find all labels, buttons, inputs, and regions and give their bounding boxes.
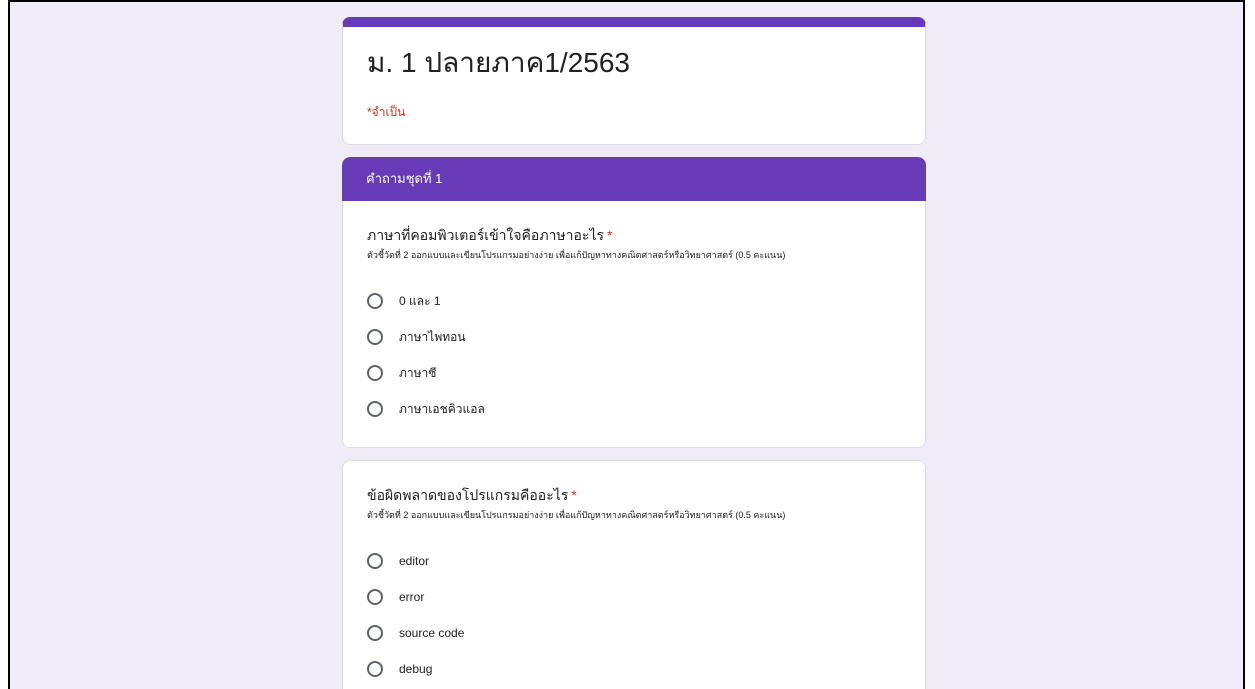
option-item[interactable]: editor [367, 543, 901, 579]
page-frame: ม. 1 ปลายภาค1/2563 *จำเป็น คำถามชุดที่ 1… [8, 0, 1245, 689]
radio-button[interactable] [367, 625, 383, 641]
option-label: 0 และ 1 [399, 293, 441, 308]
radio-button[interactable] [367, 365, 383, 381]
option-label: debug [399, 662, 433, 676]
form-title-card: ม. 1 ปลายภาค1/2563 *จำเป็น [342, 17, 926, 145]
radio-button[interactable] [367, 661, 383, 677]
option-list: editor error source code debug [367, 543, 901, 687]
option-item[interactable]: source code [367, 615, 901, 651]
option-label: source code [399, 626, 465, 640]
question-title: ภาษาที่คอมพิวเตอร์เข้าใจคือภาษาอะไร * [367, 227, 613, 243]
option-item[interactable]: ภาษาไพทอน [367, 319, 901, 355]
option-label: ภาษาไพทอน [399, 329, 466, 344]
form-column: ม. 1 ปลายภาค1/2563 *จำเป็น คำถามชุดที่ 1… [342, 17, 926, 689]
radio-button[interactable] [367, 329, 383, 345]
option-item[interactable]: error [367, 579, 901, 615]
question-title: ข้อผิดพลาดของโปรแกรมคืออะไร * [367, 487, 577, 503]
question-card-1: คำถามชุดที่ 1 ภาษาที่คอมพิวเตอร์เข้าใจคื… [342, 157, 926, 448]
option-item[interactable]: ภาษาเอชคิวแอล [367, 391, 901, 427]
form-title: ม. 1 ปลายภาค1/2563 [367, 47, 630, 78]
option-item[interactable]: 0 และ 1 [367, 283, 901, 319]
required-asterisk: * [571, 487, 577, 503]
section-header: คำถามชุดที่ 1 [342, 157, 926, 201]
option-label: error [399, 590, 425, 604]
question-card-2: ข้อผิดพลาดของโปรแกรมคืออะไร * ตัวชี้วัดที… [342, 460, 926, 689]
radio-button[interactable] [367, 553, 383, 569]
option-label: ภาษาซี [399, 365, 437, 380]
radio-button[interactable] [367, 293, 383, 309]
option-label: editor [399, 554, 430, 568]
radio-button[interactable] [367, 401, 383, 417]
question-description: ตัวชี้วัดที่ 2 ออกแบบและเขียนโปรแกรมอย่า… [367, 250, 786, 260]
radio-button[interactable] [367, 589, 383, 605]
option-label: ภาษาเอชคิวแอล [399, 401, 485, 416]
option-list: 0 และ 1 ภาษาไพทอน ภาษาซี ภาษาเอชคิวแอล [367, 283, 901, 427]
required-note: *จำเป็น [367, 105, 406, 119]
option-item[interactable]: debug [367, 651, 901, 687]
option-item[interactable]: ภาษาซี [367, 355, 901, 391]
question-description: ตัวชี้วัดที่ 2 ออกแบบและเขียนโปรแกรมอย่า… [367, 510, 786, 520]
required-asterisk: * [607, 227, 613, 243]
